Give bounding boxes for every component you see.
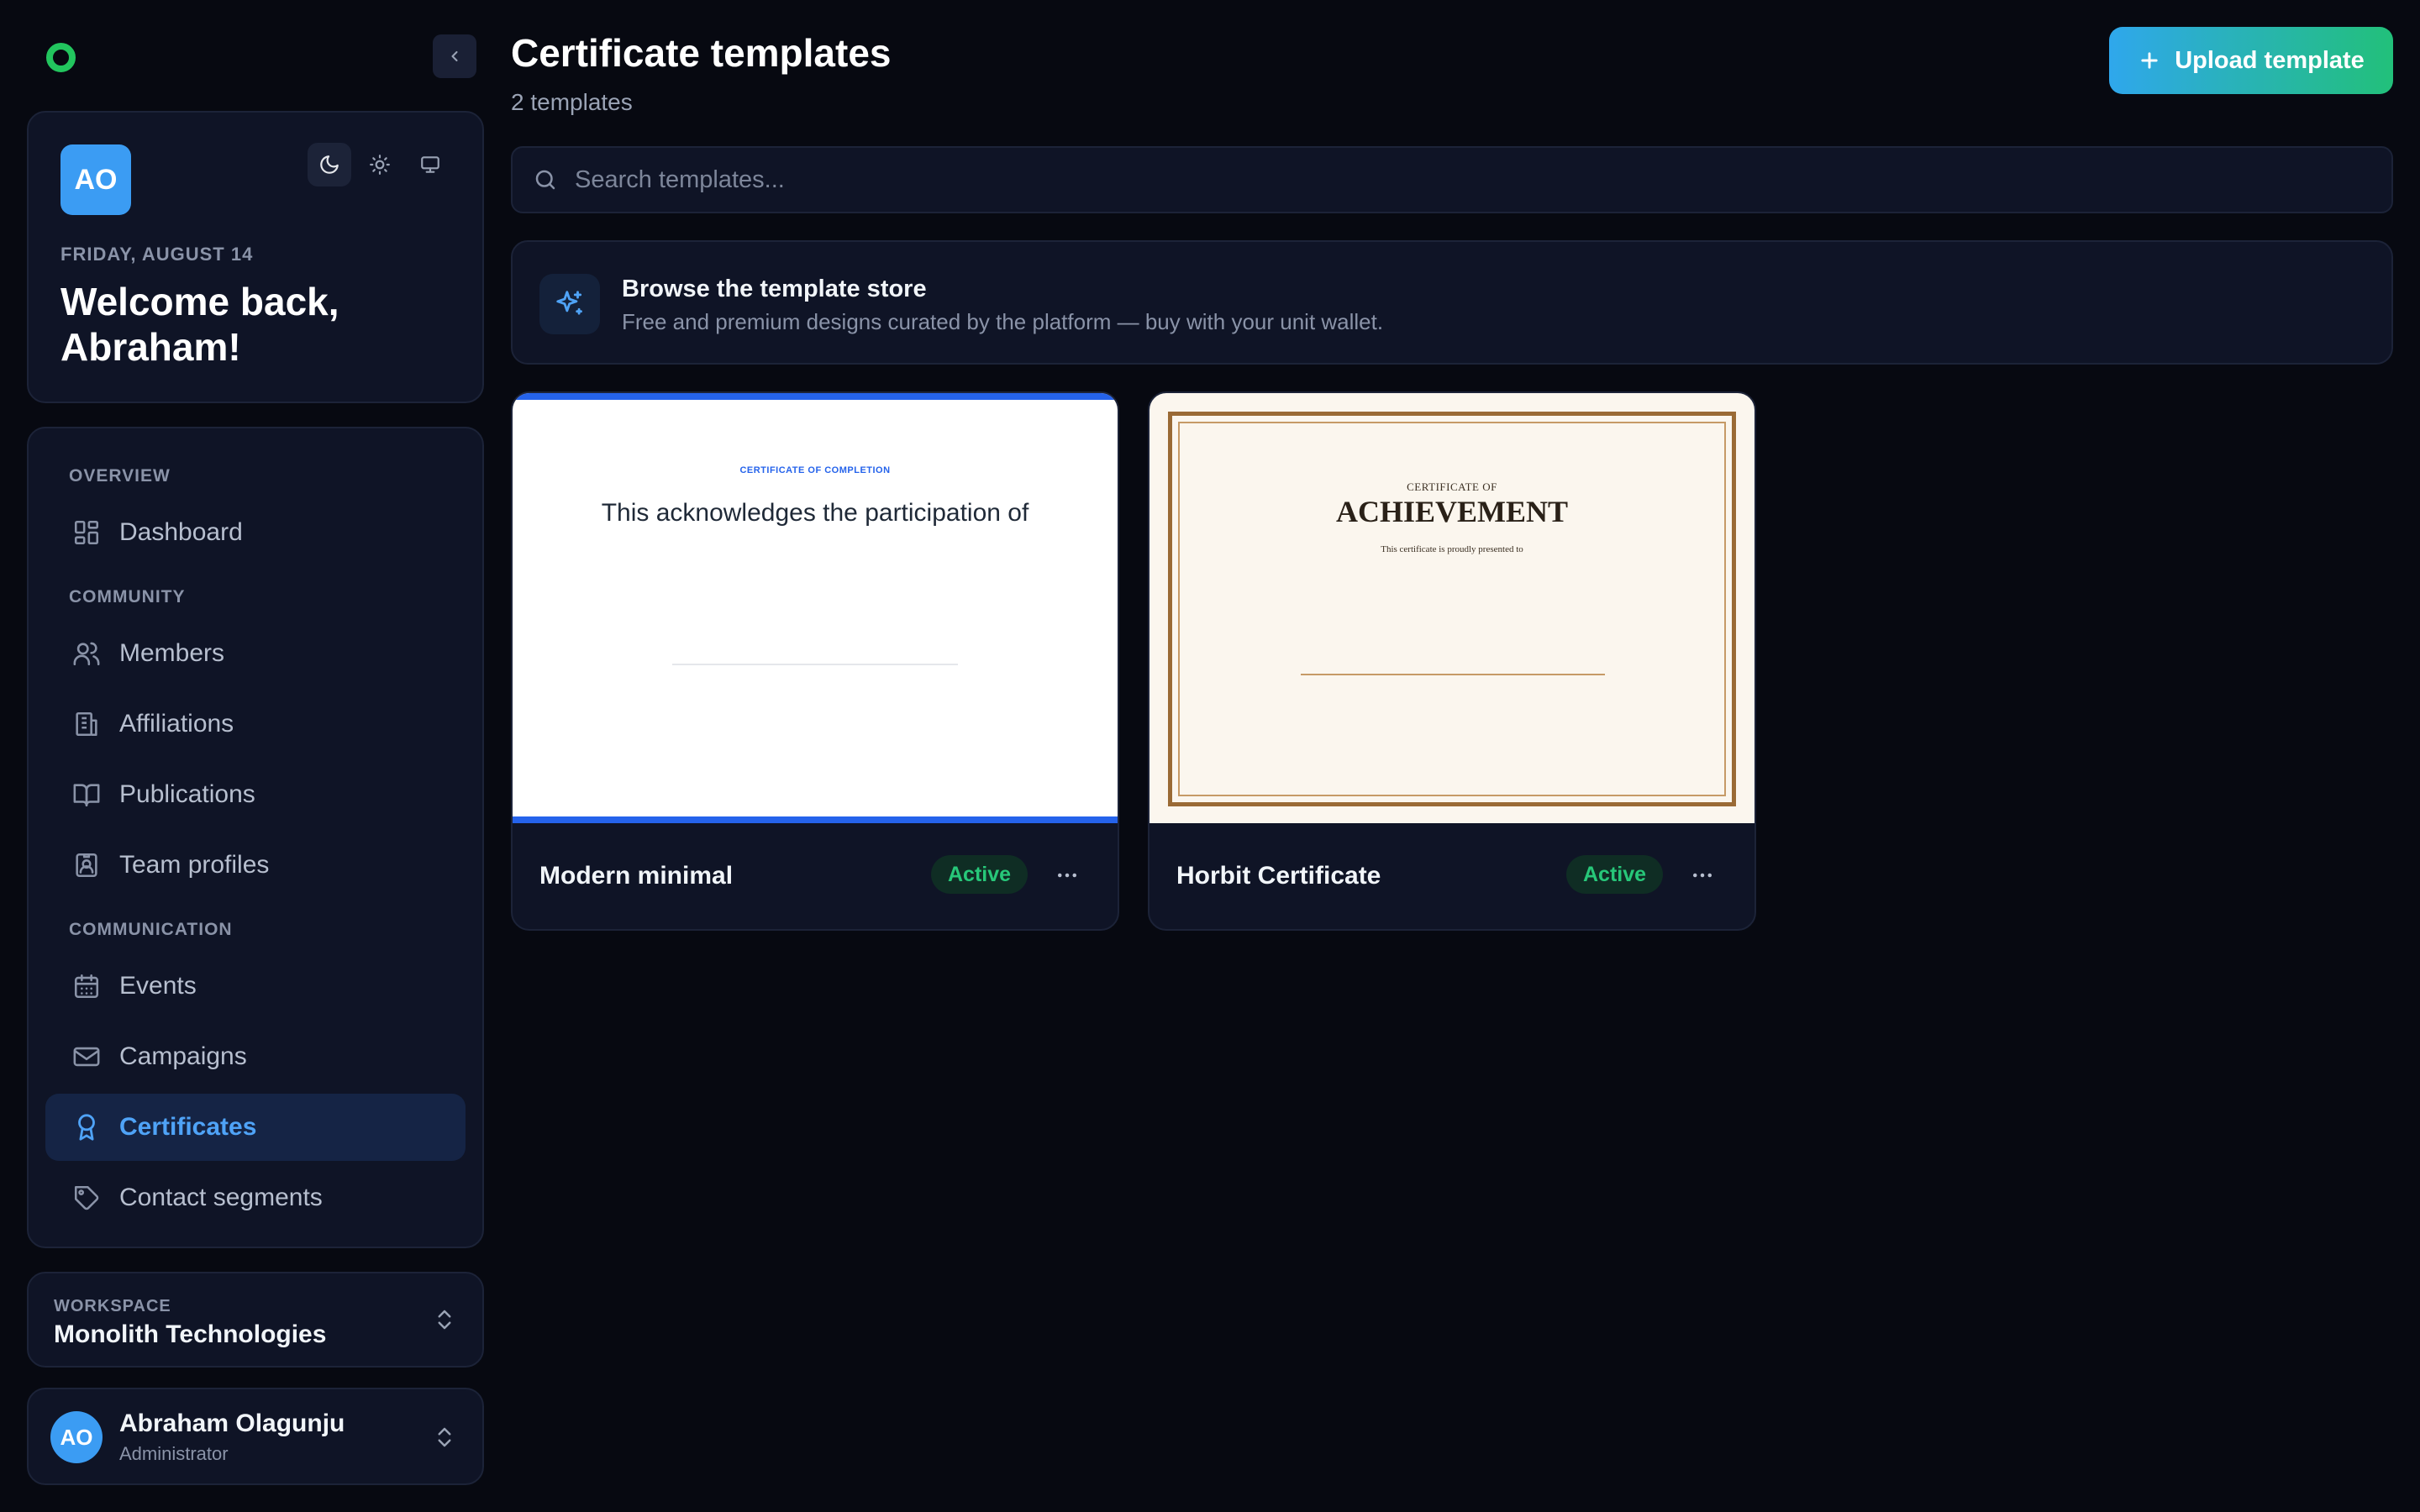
- more-options-button[interactable]: [1049, 857, 1086, 894]
- preview-border: [1178, 422, 1726, 796]
- sidebar-item-label: Publications: [119, 780, 255, 808]
- date-label: FRIDAY, AUGUST 14: [60, 244, 254, 265]
- page-title: Certificate templates: [511, 31, 892, 75]
- upload-template-label: Upload template: [2175, 46, 2365, 74]
- welcome-heading: Welcome back, Abraham!: [60, 280, 339, 369]
- sidebar-item-label: Dashboard: [119, 518, 243, 546]
- preview-accent-bar: [513, 816, 1118, 823]
- more-horizontal-icon: [1693, 873, 1712, 878]
- profile-card: AO FRIDAY, AUGUST 14 Welcome back, Abrah…: [27, 111, 484, 403]
- chevrons-up-down-icon: [438, 1310, 451, 1330]
- template-name: Modern minimal: [539, 862, 734, 890]
- nav-section-communication: COMMUNICATION: [69, 920, 233, 939]
- sidebar-item-label: Team profiles: [119, 851, 270, 879]
- sidebar-item-dashboard[interactable]: Dashboard: [45, 499, 466, 566]
- award-icon: [71, 1111, 103, 1143]
- sidebar-item-events[interactable]: Events: [45, 953, 466, 1020]
- app-root: AO FRIDAY, AUGUST 14 Welcome back, Abrah…: [0, 0, 2420, 1512]
- template-footer: Modern minimal Active: [513, 823, 1118, 929]
- template-card[interactable]: CERTIFICATE OF ACHIEVEMENT This certific…: [1148, 391, 1756, 931]
- id-badge-icon: [71, 849, 103, 881]
- users-icon: [71, 638, 103, 669]
- sidebar-item-publications[interactable]: Publications: [45, 761, 466, 828]
- preview-signature-line: [672, 664, 958, 665]
- user-role: Administrator: [119, 1443, 229, 1464]
- sidebar-nav: OVERVIEW Dashboard COMMUNITY Members Aff…: [27, 427, 484, 1248]
- theme-dark-button[interactable]: [308, 143, 351, 186]
- upload-template-button[interactable]: Upload template: [2109, 27, 2393, 94]
- sidebar-item-contact-segments[interactable]: Contact segments: [45, 1164, 466, 1231]
- user-menu[interactable]: AO Abraham Olagunju Administrator: [27, 1388, 484, 1485]
- avatar[interactable]: AO: [60, 144, 131, 215]
- chevron-left-icon: [451, 50, 458, 62]
- sidebar-item-label: Campaigns: [119, 1042, 247, 1070]
- template-count: 2 templates: [511, 89, 633, 115]
- sidebar-item-members[interactable]: Members: [45, 620, 466, 687]
- preview-kicker: CERTIFICATE OF: [1407, 480, 1497, 493]
- preview-accent-bar: [513, 393, 1118, 400]
- theme-system-button[interactable]: [408, 143, 452, 186]
- collapse-sidebar-button[interactable]: [433, 34, 476, 78]
- preview-text: This certificate is proudly presented to: [1381, 544, 1523, 554]
- sidebar-item-team-profiles[interactable]: Team profiles: [45, 832, 466, 899]
- sidebar-item-label: Affiliations: [119, 710, 234, 738]
- more-options-button[interactable]: [1684, 857, 1721, 894]
- avatar: AO: [50, 1411, 103, 1463]
- template-card[interactable]: CERTIFICATE OF COMPLETION This acknowled…: [511, 391, 1119, 931]
- nav-section-overview: OVERVIEW: [69, 466, 171, 486]
- workspace-label: WORKSPACE: [54, 1297, 171, 1315]
- store-banner-description: Free and premium designs curated by the …: [622, 309, 1384, 334]
- search-input[interactable]: [575, 165, 2255, 194]
- logo-icon[interactable]: [46, 43, 76, 72]
- sidebar-item-campaigns[interactable]: Campaigns: [45, 1023, 466, 1090]
- sidebar-item-affiliations[interactable]: Affiliations: [45, 690, 466, 758]
- status-badge: Active: [931, 855, 1028, 894]
- book-open-icon: [71, 779, 103, 811]
- dashboard-icon: [71, 517, 103, 549]
- user-name: Abraham Olagunju: [119, 1410, 345, 1437]
- sidebar-item-label: Events: [119, 972, 197, 1000]
- sidebar-item-label: Members: [119, 639, 225, 667]
- sidebar-item-label: Certificates: [119, 1113, 257, 1141]
- sidebar-item-label: Contact segments: [119, 1184, 323, 1211]
- plus-icon: [2141, 52, 2158, 69]
- template-preview[interactable]: CERTIFICATE OF ACHIEVEMENT This certific…: [1150, 393, 1754, 823]
- chevrons-up-down-icon: [438, 1427, 451, 1447]
- sidebar-item-certificates[interactable]: Certificates: [45, 1094, 466, 1161]
- moon-icon: [320, 155, 339, 174]
- search-bar: [511, 146, 2393, 213]
- template-footer: Horbit Certificate Active: [1150, 823, 1754, 929]
- template-preview[interactable]: CERTIFICATE OF COMPLETION This acknowled…: [513, 393, 1118, 823]
- preview-title: ACHIEVEMENT: [1335, 495, 1569, 528]
- tag-icon: [71, 1182, 103, 1214]
- preview-kicker: CERTIFICATE OF COMPLETION: [739, 465, 891, 475]
- calendar-icon: [71, 970, 103, 1002]
- template-name: Horbit Certificate: [1176, 862, 1381, 890]
- monitor-icon: [421, 156, 439, 173]
- search-icon: [535, 170, 555, 190]
- more-horizontal-icon: [1058, 873, 1076, 878]
- template-store-banner[interactable]: Browse the template store Free and premi…: [511, 240, 2393, 365]
- nav-section-community: COMMUNITY: [69, 587, 186, 606]
- preview-signature-line: [1301, 674, 1605, 675]
- theme-light-button[interactable]: [358, 143, 402, 186]
- sun-icon: [370, 155, 390, 175]
- workspace-switcher[interactable]: WORKSPACE Monolith Technologies: [27, 1272, 484, 1368]
- store-banner-title: Browse the template store: [622, 276, 927, 302]
- workspace-name: Monolith Technologies: [54, 1320, 327, 1348]
- preview-text: This acknowledges the participation of: [601, 499, 1029, 527]
- mail-icon: [71, 1041, 103, 1073]
- building-icon: [71, 708, 103, 740]
- status-badge: Active: [1566, 855, 1664, 894]
- sparkles-icon: [539, 274, 600, 334]
